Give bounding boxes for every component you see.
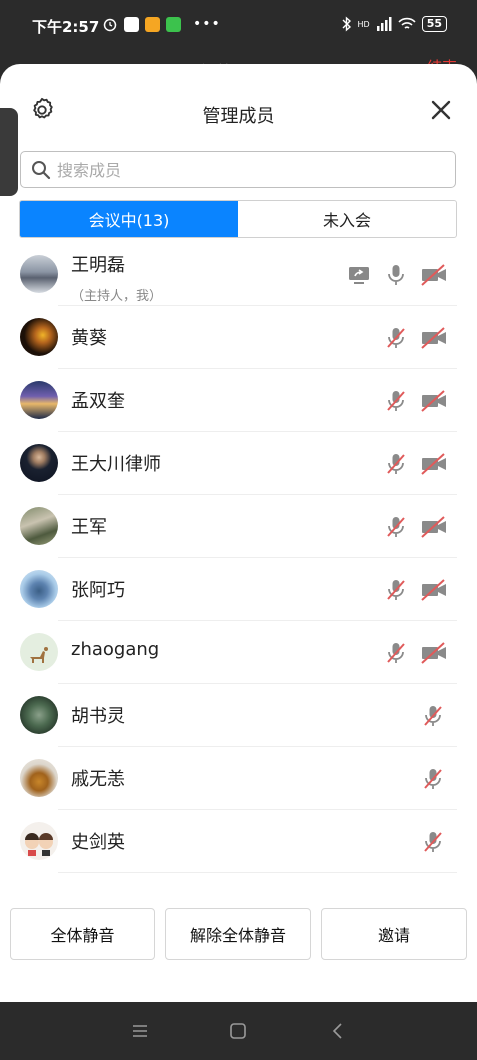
bluetooth-icon — [342, 16, 351, 32]
orange-app-icon — [145, 16, 160, 32]
member-list: 王明磊 （主持人，我） 黄葵 孟双奎 王大川律师 王军 张阿巧 zhaogang… — [0, 243, 477, 873]
member-name: zhaogang — [71, 639, 160, 660]
member-name: 孟双奎 — [71, 391, 125, 412]
microphone-muted-icon[interactable] — [384, 389, 408, 413]
member-row[interactable]: 戚无恙 — [0, 747, 477, 810]
member-name: 史剑英 — [71, 832, 125, 853]
member-row[interactable]: 胡书灵 — [0, 684, 477, 747]
status-system-icons: HD 55 — [342, 16, 447, 32]
camera-off-icon[interactable] — [420, 326, 448, 350]
qq-app-icon — [124, 16, 139, 32]
wifi-icon — [398, 17, 416, 29]
avatar — [20, 759, 58, 797]
camera-off-icon[interactable] — [420, 515, 448, 539]
member-row[interactable]: 张阿巧 — [0, 558, 477, 621]
avatar — [20, 696, 58, 734]
member-role: （主持人，我） — [71, 289, 163, 304]
camera-off-icon[interactable] — [420, 641, 448, 665]
search-bar[interactable] — [20, 151, 456, 188]
close-icon[interactable] — [429, 98, 453, 122]
tab-not-joined[interactable]: 未入会 — [238, 201, 456, 237]
avatar — [20, 381, 58, 419]
avatar — [20, 507, 58, 545]
avatar — [20, 633, 58, 671]
green-app-icon — [166, 16, 181, 32]
member-row[interactable]: 黄葵 — [0, 306, 477, 369]
mute-all-button[interactable]: 全体静音 — [10, 908, 155, 960]
microphone-muted-icon[interactable] — [384, 326, 408, 350]
signal-icon — [376, 17, 392, 31]
tab-in-meeting[interactable]: 会议中(13) — [20, 201, 238, 237]
deer-illustration-icon — [30, 647, 48, 663]
avatar — [20, 570, 58, 608]
member-name: 戚无恙 — [71, 769, 125, 790]
invite-button[interactable]: 邀请 — [321, 908, 467, 960]
battery-indicator: 55 — [421, 16, 447, 32]
status-time: 下午2:57 — [32, 18, 100, 36]
camera-off-icon[interactable] — [420, 578, 448, 602]
camera-off-icon[interactable] — [420, 452, 448, 476]
member-name: 黄葵 — [71, 328, 107, 349]
nav-home-icon[interactable] — [227, 1020, 249, 1042]
member-row[interactable]: 史剑英 — [0, 810, 477, 873]
member-row[interactable]: 王明磊 （主持人，我） — [0, 243, 477, 306]
avatar — [20, 822, 58, 860]
member-name: 张阿巧 — [71, 580, 125, 601]
search-icon — [32, 161, 51, 180]
member-row[interactable]: 王大川律师 — [0, 432, 477, 495]
nav-menu-icon[interactable] — [129, 1020, 151, 1042]
avatar — [20, 318, 58, 356]
member-name: 王大川律师 — [71, 454, 161, 475]
microphone-muted-icon[interactable] — [384, 452, 408, 476]
alarm-icon — [103, 18, 117, 32]
cartoon-faces-icon — [25, 833, 53, 856]
member-name: 胡书灵 — [71, 706, 125, 727]
system-nav-bar — [0, 1002, 477, 1060]
screen-share-icon[interactable] — [347, 263, 371, 287]
search-input[interactable] — [55, 154, 449, 186]
microphone-muted-icon[interactable] — [384, 641, 408, 665]
avatar — [20, 255, 58, 293]
status-notification-icons: ••• — [102, 16, 221, 32]
member-row[interactable]: zhaogang — [0, 621, 477, 684]
unmute-all-button[interactable]: 解除全体静音 — [165, 908, 311, 960]
camera-off-icon[interactable] — [420, 263, 448, 287]
microphone-muted-icon[interactable] — [384, 515, 408, 539]
microphone-muted-icon[interactable] — [384, 578, 408, 602]
nav-back-icon[interactable] — [327, 1020, 349, 1042]
member-name: 王军 — [71, 517, 107, 538]
member-name: 王明磊 — [71, 255, 125, 276]
microphone-muted-icon[interactable] — [421, 704, 445, 728]
status-bar: 下午2:57 ••• HD 55 — [0, 0, 477, 52]
more-notifications-icon: ••• — [193, 16, 221, 32]
camera-off-icon[interactable] — [420, 389, 448, 413]
microphone-muted-icon[interactable] — [421, 830, 445, 854]
microphone-icon[interactable] — [384, 263, 408, 287]
member-tabs: 会议中(13) 未入会 — [19, 200, 457, 238]
member-row[interactable]: 孟双奎 — [0, 369, 477, 432]
page-title: 管理成员 — [202, 106, 275, 127]
member-row[interactable]: 王军 — [0, 495, 477, 558]
microphone-muted-icon[interactable] — [421, 767, 445, 791]
avatar — [20, 444, 58, 482]
signal-label: HD — [357, 19, 370, 29]
